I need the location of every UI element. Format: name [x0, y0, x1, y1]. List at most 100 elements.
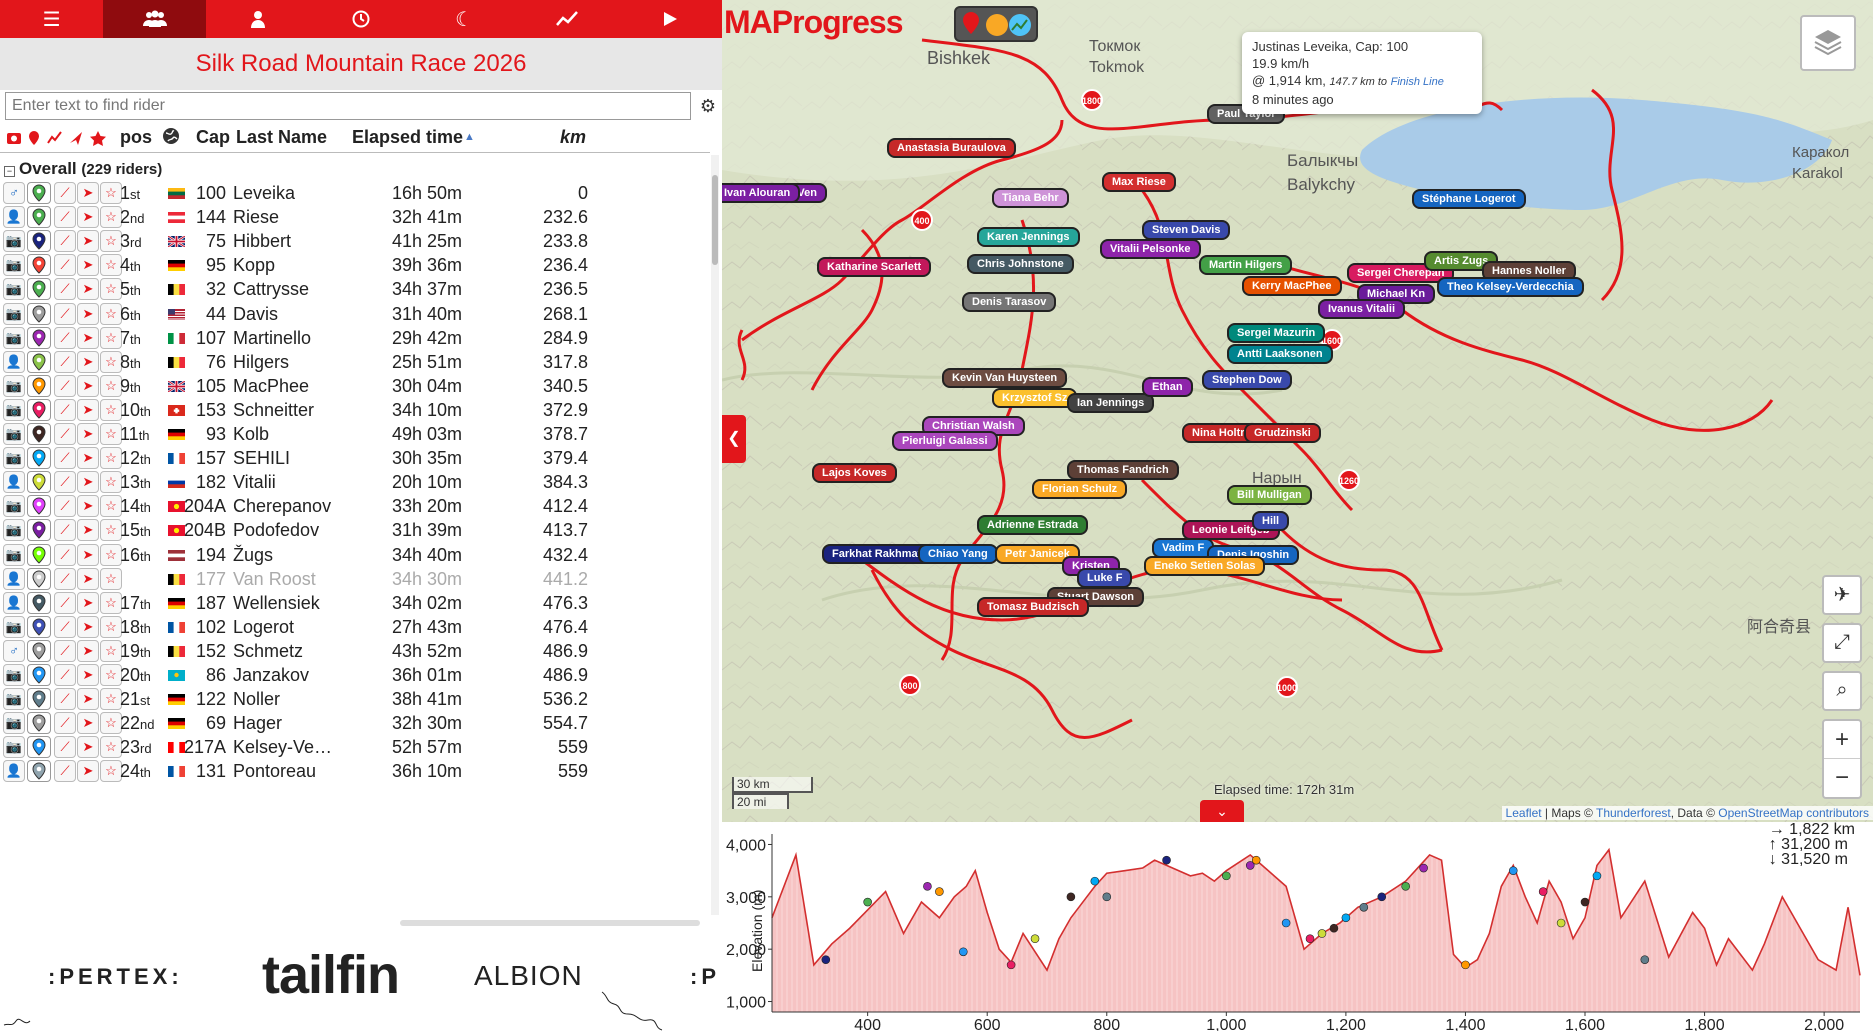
track-icon[interactable]: ⟋	[54, 664, 76, 686]
rider-map-label[interactable]: Stephen Dow	[1202, 370, 1292, 390]
rider-map-label[interactable]: Pierluigi Galassi	[892, 431, 998, 451]
rider-type-icon[interactable]: 📷	[3, 495, 25, 518]
favourite-icon[interactable]: ☆	[100, 639, 122, 662]
map-pin-icon[interactable]	[27, 519, 51, 542]
locate-icon[interactable]: ➤	[77, 639, 99, 662]
col-elapsed[interactable]: Elapsed time	[352, 127, 463, 148]
riders-group-icon[interactable]	[103, 0, 207, 38]
track-icon[interactable]: ⟋	[54, 615, 76, 638]
row-last-name[interactable]: Vitalii	[233, 472, 276, 493]
locate-icon[interactable]: ➤	[77, 736, 99, 759]
favourite-icon[interactable]: ☆	[100, 302, 122, 325]
col-km[interactable]: km	[560, 127, 586, 148]
rider-map-label[interactable]: Grudzinski	[1244, 423, 1321, 443]
map-pin-icon[interactable]	[27, 423, 51, 445]
rider-type-icon[interactable]: 📷	[3, 712, 25, 735]
menu-icon[interactable]: ☰	[0, 0, 103, 38]
table-h-scrollbar[interactable]	[400, 920, 700, 926]
maprogress-logo[interactable]: MAProgress	[724, 4, 903, 41]
rider-map-label[interactable]: Lajos Koves	[812, 463, 897, 483]
rider-map-label[interactable]: Theo Kelsey-Verdecchia	[1437, 277, 1584, 297]
sponsor-pertex-2[interactable]: :P	[690, 964, 720, 990]
rider-type-icon[interactable]: 📷	[3, 230, 25, 253]
rider-map-label[interactable]: Ian Jennings	[1067, 393, 1155, 413]
row-last-name[interactable]: Noller	[233, 689, 280, 710]
favourite-icon[interactable]: ☆	[100, 374, 122, 397]
map-pin-icon[interactable]	[27, 278, 51, 301]
map-pin-icon[interactable]	[27, 350, 51, 373]
rider-map-label[interactable]: Chiao Yang	[918, 544, 998, 564]
map-pin-icon[interactable]	[27, 543, 51, 566]
gear-icon[interactable]: ⚙	[697, 96, 719, 118]
rider-map-label[interactable]: Luke F	[1077, 568, 1133, 588]
locate-icon[interactable]: ➤	[77, 302, 99, 325]
favourite-icon[interactable]: ☆	[100, 278, 122, 301]
rider-type-icon[interactable]: 👤	[3, 471, 25, 494]
track-icon[interactable]: ⟋	[54, 398, 76, 421]
locate-icon[interactable]: ➤	[77, 447, 99, 470]
locate-icon[interactable]: ➤	[77, 374, 99, 397]
map-pin-icon[interactable]	[27, 639, 51, 662]
row-last-name[interactable]: Hibbert	[233, 231, 291, 252]
favourite-icon[interactable]: ☆	[100, 398, 122, 421]
map-pin-icon[interactable]	[27, 567, 51, 590]
map-pin-icon[interactable]	[27, 615, 51, 638]
rider-type-icon[interactable]: 📷	[3, 543, 25, 566]
rider-map-label[interactable]: Chris Johnstone	[967, 254, 1074, 274]
track-icon[interactable]: ⟋	[54, 206, 76, 229]
row-last-name[interactable]: Schneitter	[233, 400, 314, 421]
rider-map-label[interactable]: Max Riese	[1102, 172, 1176, 192]
rider-map-label[interactable]: Ivan Alouran	[722, 183, 801, 203]
row-last-name[interactable]: SEHILI	[233, 448, 290, 469]
rider-map-label[interactable]: Kevin Van Huysteen	[942, 368, 1068, 388]
rider-map-label[interactable]: Bill Mulligan	[1227, 485, 1312, 505]
rider-map-label[interactable]: Stéphane Logerot	[1412, 189, 1526, 209]
zoom-out-button[interactable]: −	[1824, 759, 1860, 796]
col-last-name[interactable]: Last Name	[236, 127, 327, 148]
map-pin-icon[interactable]	[27, 664, 51, 686]
sponsor-pertex[interactable]: :PERTEX:	[48, 964, 183, 990]
leaflet-link[interactable]: Leaflet	[1506, 806, 1542, 820]
rider-type-icon[interactable]: 📷	[3, 326, 25, 349]
track-icon[interactable]: ⟋	[54, 423, 76, 445]
rider-type-icon[interactable]: 📷	[3, 519, 25, 542]
sponsor-tailfin[interactable]: tailfin	[262, 944, 400, 1006]
row-last-name[interactable]: Schmetz	[233, 641, 303, 662]
rider-map-label[interactable]: Ivanus Vitalii	[1318, 299, 1406, 319]
track-icon[interactable]: ⟋	[54, 591, 76, 614]
track-icon[interactable]: ⟋	[54, 374, 76, 397]
map-pin-icon[interactable]	[27, 206, 51, 229]
favourite-icon[interactable]: ☆	[100, 543, 122, 566]
row-last-name[interactable]: Pontoreau	[233, 761, 316, 782]
row-last-name[interactable]: Kopp	[233, 255, 275, 276]
row-last-name[interactable]: Kolb	[233, 424, 269, 445]
rider-type-icon[interactable]: ♂	[3, 639, 25, 662]
rider-map-label[interactable]: Martin Hilgers	[1199, 255, 1293, 275]
row-last-name[interactable]: Davis	[233, 304, 278, 325]
favourite-icon[interactable]: ☆	[100, 495, 122, 518]
locate-icon[interactable]: ➤	[77, 254, 99, 277]
rider-map-label[interactable]: Kerry MacPhee	[1242, 276, 1342, 296]
locate-icon[interactable]: ➤	[77, 423, 99, 445]
map-pin-icon[interactable]	[27, 374, 51, 397]
map-pin-icon[interactable]	[27, 688, 51, 711]
rider-type-icon[interactable]: 📷	[3, 278, 25, 301]
rider-type-icon[interactable]: 📷	[3, 736, 25, 759]
rider-map-label[interactable]: Tomasz Budzisch	[977, 597, 1090, 617]
rider-map-label[interactable]: Thomas Fandrich	[1067, 460, 1179, 480]
collapse-chart-icon[interactable]: ⌄	[1200, 800, 1244, 822]
rider-map-label[interactable]: Florian Schulz	[1032, 479, 1128, 499]
thunderforest-link[interactable]: Thunderforest	[1596, 806, 1671, 820]
rider-type-icon[interactable]: 📷	[3, 302, 25, 325]
row-last-name[interactable]: MacPhee	[233, 376, 309, 397]
row-last-name[interactable]: Podofedov	[233, 520, 319, 541]
table-row[interactable]: 👤 ⟋ ➤ ☆ 24th 131 Pontoreau 36h 10m 559	[0, 757, 706, 785]
map-pin-icon[interactable]	[27, 254, 51, 277]
favourite-icon[interactable]: ☆	[100, 206, 122, 229]
osm-link[interactable]: OpenStreetMap contributors	[1718, 806, 1869, 820]
favourite-icon[interactable]: ☆	[100, 519, 122, 542]
row-last-name[interactable]: Hager	[233, 713, 282, 734]
rider-type-icon[interactable]: 👤	[3, 567, 25, 590]
track-icon[interactable]: ⟋	[54, 712, 76, 735]
locate-icon[interactable]: ➤	[77, 471, 99, 494]
